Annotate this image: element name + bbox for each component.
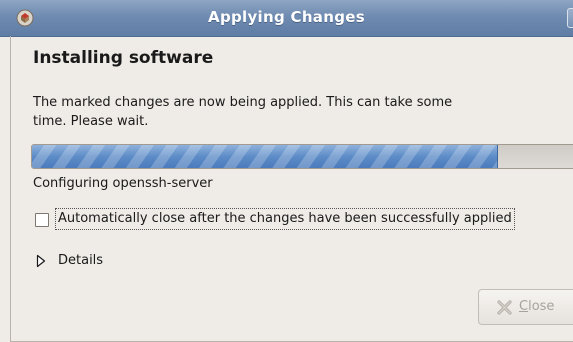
close-label-rest: lose	[528, 299, 555, 314]
progress-bar-fill	[32, 145, 498, 168]
window-control-button[interactable]	[567, 8, 573, 28]
window-border	[10, 36, 11, 342]
triangle-right-icon	[36, 254, 46, 268]
title-bar[interactable]: Applying Changes	[0, 0, 573, 37]
auto-close-label[interactable]: Automatically close after the changes ha…	[55, 208, 515, 230]
details-label: Details	[58, 253, 104, 268]
close-button-label: Close	[519, 299, 554, 314]
close-mnemonic: C	[519, 299, 529, 314]
description-text: The marked changes are now being applied…	[33, 95, 453, 129]
applying-changes-dialog: Applying Changes Installing software The…	[0, 0, 573, 342]
status-text: Configuring openssh-server	[33, 176, 213, 191]
close-button[interactable]: Close	[478, 289, 573, 325]
window-title: Applying Changes	[208, 8, 365, 26]
page-title: Installing software	[33, 48, 214, 68]
x-icon	[497, 300, 512, 315]
progress-bar	[31, 144, 573, 169]
auto-close-checkbox[interactable]	[35, 213, 49, 227]
